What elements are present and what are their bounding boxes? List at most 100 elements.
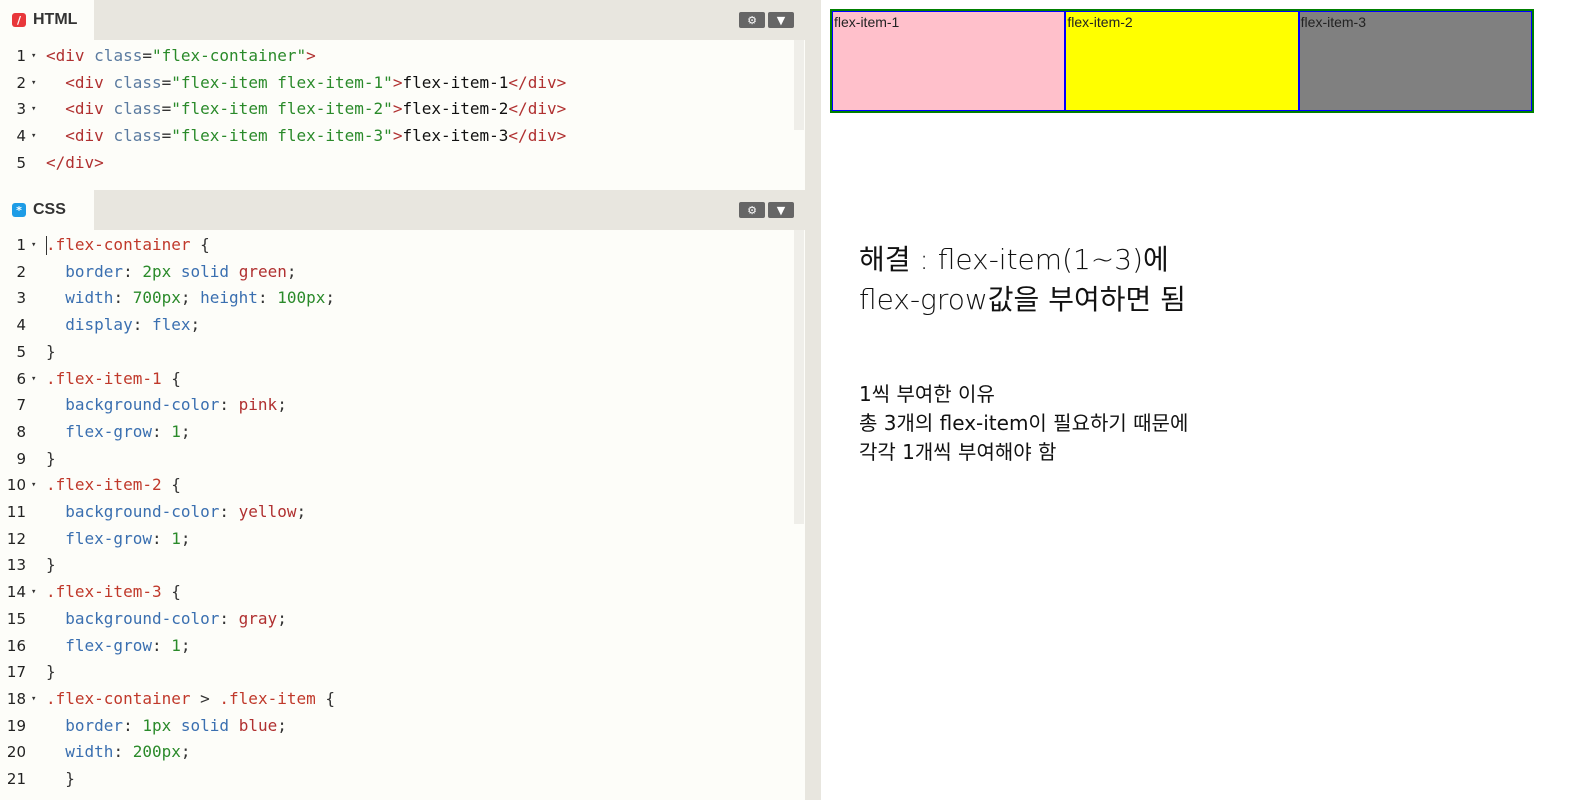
code-text: } [46,446,56,472]
code-token: = [142,46,152,65]
html-collapse-chevron-icon[interactable]: ▼ [768,12,794,28]
html-code-editor[interactable]: 1 ▾ <div class="flex-container"> 2 ▾ <div cl… [0,40,805,190]
code-line[interactable]: 2 border: 2px solid green; [0,259,790,285]
code-line[interactable]: 10 ▾ .flex-item-2 { [0,472,790,498]
code-text: background-color: pink; [46,392,287,418]
code-token: width [65,288,114,308]
line-number: 1 [16,236,26,254]
code-token: > [392,99,403,119]
code-token: </div> [46,152,104,172]
code-line[interactable]: 9} [0,446,790,472]
code-text: border: 1px solid blue; [46,713,287,739]
code-token: { [315,688,335,708]
line-number: 16 [6,636,26,655]
code-token: green [238,261,287,281]
css-file-icon: * [12,203,26,217]
code-token: .flex-container [46,235,191,254]
text-cursor [46,236,47,255]
code-token: > [392,126,403,146]
code-text: display: flex; [46,312,200,338]
fold-arrow-icon[interactable]: ▾ [31,686,36,712]
code-token: = [161,72,172,92]
code-line[interactable]: 6 ▾ .flex-item-1 { [0,366,790,392]
code-text: .flex-item-2 { [46,472,181,498]
code-token: flex-grow [65,528,152,548]
code-token: ; [180,635,191,655]
line-number: 6 [16,369,26,388]
code-token: : [123,715,143,735]
code-token: ; [180,742,191,762]
code-token: <div [65,126,114,146]
code-token: { [161,475,181,495]
code-line[interactable]: 13} [0,552,790,578]
fold-arrow-icon[interactable]: ▾ [31,232,36,258]
code-token: flex [151,315,191,335]
html-editor-scrollbar[interactable] [794,40,804,130]
line-number: 1 [16,47,26,65]
preview-flex-item-3: flex-item-3 [1298,11,1532,111]
pane-splitter[interactable] [805,0,821,800]
code-line[interactable]: 11 background-color: yellow; [0,499,790,525]
code-line[interactable]: 19 border: 1px solid blue; [0,713,790,739]
code-line[interactable]: 18 ▾ .flex-container > .flex-item { [0,686,790,712]
line-number: 4 [16,127,26,146]
tab-html[interactable]: / HTML [0,0,94,40]
fold-arrow-icon[interactable]: ▾ [31,70,36,96]
code-line[interactable]: 3 width: 700px; height: 100px; [0,285,790,311]
fold-arrow-icon[interactable]: ▾ [31,96,36,122]
css-collapse-chevron-icon[interactable]: ▼ [768,202,794,218]
html-settings-gear-icon[interactable]: ⚙ [739,12,765,28]
fold-arrow-icon[interactable]: ▾ [31,472,36,498]
code-token: blue [238,715,278,735]
css-code-editor[interactable]: 1 ▾ .flex-container {2 border: 2px solid g… [0,230,805,800]
fold-arrow-icon[interactable]: ▾ [31,366,36,392]
html-panel-header: / HTML ⚙ ▼ [0,0,805,40]
code-line[interactable]: 14 ▾ .flex-item-3 { [0,579,790,605]
tab-css[interactable]: * CSS [0,190,94,230]
code-token: ; [277,395,287,415]
code-line[interactable]: 20 width: 200px; [0,739,790,765]
css-editor-scrollbar[interactable] [794,230,804,524]
code-line[interactable]: 3 ▾ <div class="flex-item flex-item-2">fl… [0,96,790,122]
code-line[interactable]: 17} [0,659,790,685]
code-token: .flex-item [219,688,316,708]
code-text: .flex-container { [46,232,210,258]
code-text: } [46,552,56,578]
line-number: 8 [16,422,26,441]
fold-arrow-icon[interactable]: ▾ [31,123,36,149]
code-text: flex-grow: 1; [46,633,191,659]
preview-flex-item-1: flex-item-1 [832,11,1066,111]
solution-note-line-1: 해결 : flex-item(1~3)에 [859,243,1169,276]
css-settings-gear-icon[interactable]: ⚙ [739,202,765,218]
code-token: ; [296,502,307,521]
code-line[interactable]: 4 display: flex; [0,312,790,338]
tab-css-label: CSS [33,201,66,218]
code-line[interactable]: 21 } [0,766,790,792]
code-line[interactable]: 2 ▾ <div class="flex-item flex-item-1">fl… [0,70,790,96]
code-token: height [200,288,258,308]
code-line[interactable]: 7 background-color: pink; [0,392,790,418]
code-token: solid [180,715,230,735]
fold-arrow-icon[interactable]: ▾ [31,43,36,69]
code-line[interactable]: 4 ▾ <div class="flex-item flex-item-3">fl… [0,123,790,149]
code-line[interactable]: 16 flex-grow: 1; [0,633,790,659]
code-line[interactable]: 12 flex-grow: 1; [0,526,790,552]
code-line[interactable]: 1 ▾ <div class="flex-container"> [0,43,790,69]
code-line[interactable]: 8 flex-grow: 1; [0,419,790,445]
code-line[interactable]: 5 </div> [0,150,790,176]
code-line[interactable]: 15 background-color: gray; [0,606,790,632]
code-token: : [151,421,172,441]
code-line[interactable]: 1 ▾ .flex-container { [0,232,790,258]
code-text: } [46,766,75,792]
code-token: : [123,261,143,281]
code-token: background-color [65,608,220,628]
fold-arrow-icon[interactable]: ▾ [31,579,36,605]
code-token: class [113,99,162,119]
line-number: 3 [16,100,26,119]
code-line[interactable]: 5} [0,339,790,365]
